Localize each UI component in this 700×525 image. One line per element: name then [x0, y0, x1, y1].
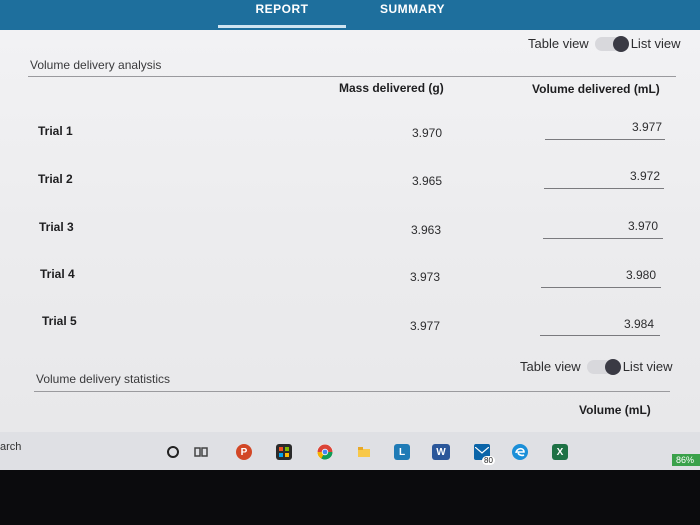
statistics-section-title: Volume delivery statistics: [36, 372, 171, 386]
statistics-view-toggle[interactable]: Table view List view: [520, 358, 673, 375]
mass-value: 3.970: [412, 126, 443, 140]
trial-label: Trial 2: [38, 172, 73, 186]
view-toggle-switch[interactable]: [594, 35, 629, 52]
excel-icon[interactable]: X: [552, 444, 568, 460]
statistics-volume-column-header: Volume (mL): [579, 403, 651, 417]
report-page: Table view List view Volume delivery ana…: [0, 30, 700, 432]
mass-value: 3.963: [411, 223, 442, 237]
volume-input-underline: [545, 139, 665, 140]
volume-value[interactable]: 3.970: [628, 219, 658, 233]
volume-column-header: Volume delivered (mL): [532, 82, 660, 96]
view-toggle-switch[interactable]: [586, 358, 621, 375]
tab-report[interactable]: REPORT: [218, 0, 346, 28]
list-view-label: List view: [622, 359, 673, 374]
powerpoint-icon[interactable]: P: [236, 444, 252, 460]
volume-input-underline: [541, 287, 661, 288]
trial-label: Trial 4: [40, 267, 75, 281]
volume-input-underline: [544, 188, 664, 189]
table-view-label: Table view: [528, 36, 589, 51]
table-row: Trial 3 3.963 3.970: [0, 214, 700, 254]
list-view-label: List view: [630, 36, 681, 51]
lync-icon[interactable]: L: [394, 444, 410, 460]
word-icon[interactable]: W: [432, 444, 450, 460]
mass-value: 3.973: [410, 270, 441, 284]
analysis-view-toggle[interactable]: Table view List view: [528, 35, 681, 52]
tab-bar: REPORT SUMMARY: [0, 0, 700, 30]
taskbar-search-box[interactable]: arch: [0, 441, 21, 453]
trial-label: Trial 1: [38, 124, 73, 138]
cortana-icon[interactable]: [165, 444, 181, 460]
mass-column-header: Mass delivered (g): [339, 81, 444, 95]
section-divider: [28, 76, 676, 77]
volume-value[interactable]: 3.977: [632, 120, 662, 134]
volume-value[interactable]: 3.972: [630, 169, 660, 183]
trial-label: Trial 3: [39, 220, 74, 234]
section-divider: [34, 391, 670, 392]
volume-input-underline: [543, 238, 663, 239]
tab-summary[interactable]: SUMMARY: [350, 0, 475, 28]
store-icon[interactable]: [276, 444, 292, 460]
table-row: Trial 1 3.970 3.977: [0, 118, 700, 158]
mass-value: 3.977: [410, 319, 441, 333]
table-row: Trial 2 3.965 3.972: [0, 166, 700, 206]
analysis-section-title: Volume delivery analysis: [30, 58, 162, 72]
edge-icon[interactable]: [512, 444, 528, 460]
table-row: Trial 5 3.977 3.984: [0, 310, 700, 350]
mass-value: 3.965: [412, 174, 443, 188]
battery-indicator: 86%: [672, 454, 700, 466]
chrome-icon[interactable]: [317, 444, 333, 460]
table-row: Trial 4 3.973 3.980: [0, 262, 700, 302]
volume-value[interactable]: 3.984: [624, 317, 654, 331]
taskbar: arch P L W 80 X 86%: [0, 432, 700, 470]
volume-value[interactable]: 3.980: [626, 268, 656, 282]
file-explorer-icon[interactable]: [356, 444, 372, 460]
task-view-icon[interactable]: [193, 444, 209, 460]
trial-label: Trial 5: [42, 314, 77, 328]
table-view-label: Table view: [520, 359, 581, 374]
volume-input-underline: [540, 335, 660, 336]
screen-bezel: [0, 470, 700, 525]
mail-count-badge: 80: [482, 456, 495, 465]
